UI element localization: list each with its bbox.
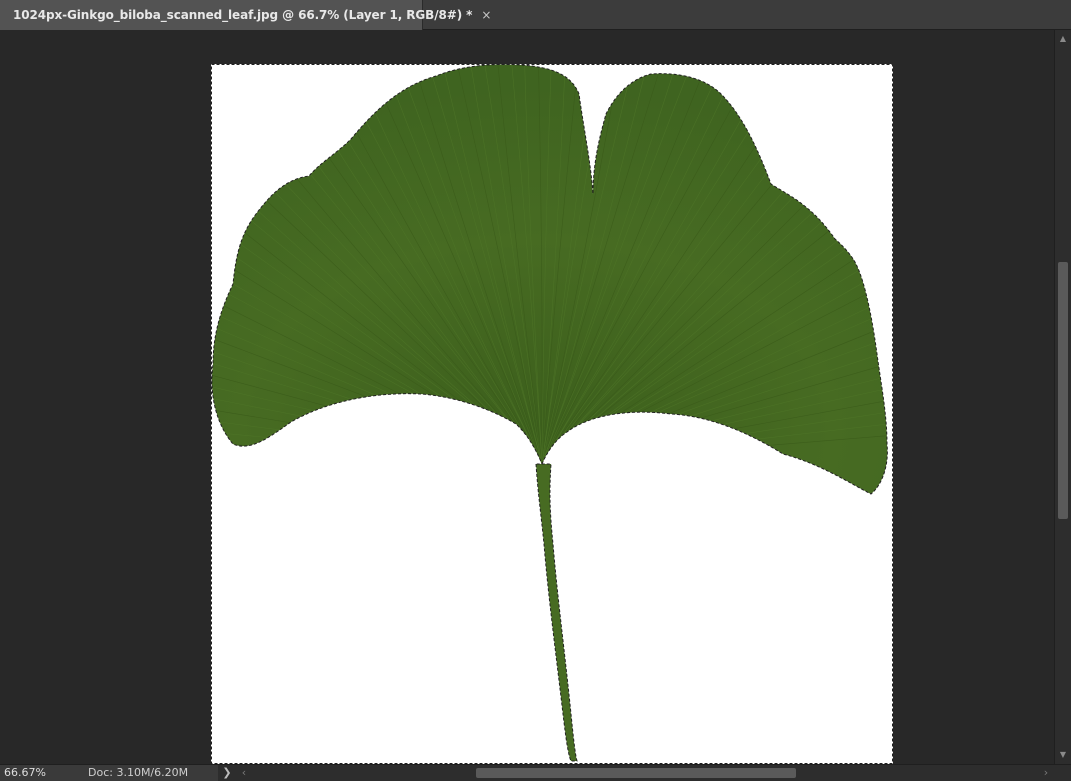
canvas-workspace[interactable] xyxy=(0,30,1054,764)
vertical-scrollbar[interactable]: ▲ ▼ xyxy=(1054,30,1071,764)
horizontal-scrollbar[interactable]: ‹ › xyxy=(236,765,1054,781)
document-canvas[interactable] xyxy=(211,64,893,764)
document-size-info[interactable]: Doc: 3.10M/6.20M xyxy=(50,765,218,781)
document-tab[interactable]: 1024px-Ginkgo_biloba_scanned_leaf.jpg @ … xyxy=(0,0,491,30)
status-bar: 66.67% Doc: 3.10M/6.20M ❯ ‹ › xyxy=(0,764,1071,781)
ginkgo-leaf-image xyxy=(211,64,893,764)
document-tab-strip: 1024px-Ginkgo_biloba_scanned_leaf.jpg @ … xyxy=(0,0,1071,30)
scrollbar-corner xyxy=(1054,765,1071,781)
scroll-down-arrow-icon[interactable]: ▼ xyxy=(1055,748,1071,762)
scroll-up-arrow-icon[interactable]: ▲ xyxy=(1055,32,1071,46)
scroll-right-arrow-icon[interactable]: › xyxy=(1040,765,1052,781)
zoom-level-field[interactable]: 66.67% xyxy=(0,765,50,781)
horizontal-scroll-thumb[interactable] xyxy=(476,768,796,778)
vertical-scroll-thumb[interactable] xyxy=(1058,262,1068,519)
close-tab-icon[interactable]: × xyxy=(481,8,491,22)
document-tab-title[interactable]: 1024px-Ginkgo_biloba_scanned_leaf.jpg @ … xyxy=(13,8,472,22)
ginkgo-leaf-stem xyxy=(535,463,578,762)
scroll-left-arrow-icon[interactable]: ‹ xyxy=(238,765,250,781)
status-menu-arrow-icon[interactable]: ❯ xyxy=(221,765,233,781)
